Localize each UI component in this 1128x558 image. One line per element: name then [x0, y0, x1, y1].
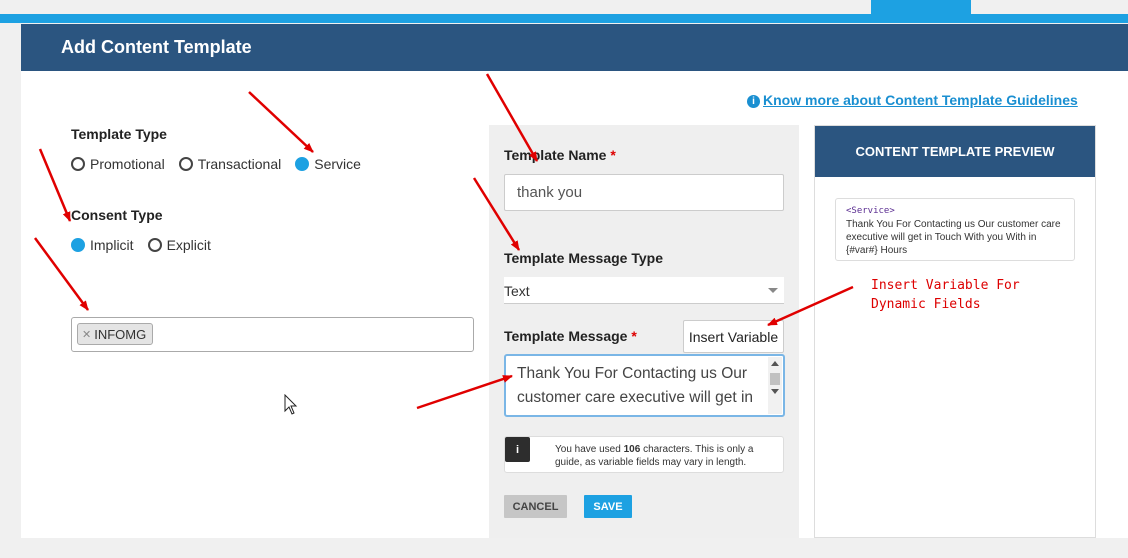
save-button[interactable]: SAVE — [584, 495, 632, 518]
template-form-panel: Template Name * thank you Template Messa… — [489, 125, 799, 538]
template-message-textarea[interactable]: Thank You For Contacting us Our customer… — [504, 354, 785, 417]
required-mark: * — [631, 328, 637, 344]
message-type-value: Text — [504, 283, 530, 299]
chevron-down-icon — [768, 288, 778, 293]
radio-transactional[interactable]: Transactional — [178, 156, 282, 172]
sender-id-tag-label: INFOMG — [94, 326, 147, 342]
preview-category-tag: <Service> — [846, 206, 895, 216]
character-count-note: i You have used 106 characters. This is … — [504, 436, 784, 473]
template-name-label: Template Name * — [504, 147, 616, 163]
preview-message-bubble: <Service> Thank You For Contacting us Ou… — [835, 198, 1075, 261]
top-active-tab-indicator — [871, 0, 971, 14]
radio-circle-selected — [71, 238, 85, 252]
character-count-text: You have used 106 characters. This is on… — [555, 443, 780, 469]
cancel-button[interactable]: CANCEL — [504, 495, 567, 518]
consent-type-label: Consent Type — [71, 207, 163, 223]
preview-title: CONTENT TEMPLATE PREVIEW — [815, 126, 1095, 177]
annotation-line: Insert Variable For — [871, 278, 1020, 293]
template-name-label-text: Template Name — [504, 147, 607, 163]
radio-circle — [71, 157, 85, 171]
preview-message-text: Thank You For Contacting us Our customer… — [846, 219, 1061, 256]
radio-label: Service — [314, 156, 361, 172]
template-message-label-text: Template Message — [504, 328, 628, 344]
guidelines-link-label: Know more about Content Template Guideli… — [763, 92, 1078, 108]
radio-service[interactable]: Service — [295, 156, 361, 172]
guidelines-link[interactable]: i Know more about Content Template Guidel… — [747, 92, 1078, 108]
consent-type-radio-group: Implicit Explicit — [71, 237, 225, 253]
radio-promotional[interactable]: Promotional — [71, 156, 165, 172]
note-prefix: You have used — [555, 444, 621, 455]
sender-id-tag: ✕ INFOMG — [77, 323, 154, 345]
radio-implicit[interactable]: Implicit — [71, 237, 134, 253]
radio-label: Implicit — [90, 237, 134, 253]
mouse-pointer-icon — [284, 394, 298, 415]
scroll-thumb[interactable] — [770, 373, 780, 385]
dialog-title: Add Content Template — [61, 37, 252, 57]
info-icon: i — [505, 437, 530, 462]
radio-circle — [147, 238, 162, 252]
textarea-scrollbar[interactable] — [768, 357, 782, 414]
template-message-label: Template Message * — [504, 328, 637, 344]
scroll-down-icon — [771, 389, 779, 394]
insert-variable-annotation: Insert Variable For Dynamic Fields — [871, 276, 1020, 314]
radio-circle — [178, 157, 193, 171]
template-name-input[interactable]: thank you — [504, 174, 784, 211]
radio-label: Explicit — [166, 237, 211, 253]
radio-explicit[interactable]: Explicit — [147, 237, 211, 253]
radio-circle-selected — [295, 157, 310, 171]
message-type-label: Template Message Type — [504, 250, 663, 266]
info-circle-icon: i — [747, 95, 760, 108]
required-mark: * — [610, 147, 616, 163]
scroll-up-icon — [771, 361, 779, 366]
template-preview-panel: CONTENT TEMPLATE PREVIEW <Service> Thank… — [814, 125, 1096, 538]
top-accent-bar — [0, 14, 1128, 23]
insert-variable-button[interactable]: Insert Variable — [683, 320, 784, 353]
close-icon[interactable]: ✕ — [82, 328, 91, 341]
template-message-value: Thank You For Contacting us Our customer… — [517, 365, 754, 414]
template-type-label: Template Type — [71, 126, 167, 142]
template-name-value: thank you — [517, 184, 583, 201]
dialog-header: Add Content Template — [21, 24, 1128, 71]
character-count: 106 — [623, 444, 641, 455]
sender-id-multiselect[interactable]: ✕ INFOMG — [71, 317, 474, 352]
template-type-radio-group: Promotional Transactional Service — [71, 156, 375, 172]
annotation-line: Dynamic Fields — [871, 297, 981, 312]
message-type-select[interactable]: Text — [504, 277, 784, 304]
radio-label: Promotional — [90, 156, 165, 172]
radio-label: Transactional — [197, 156, 282, 172]
